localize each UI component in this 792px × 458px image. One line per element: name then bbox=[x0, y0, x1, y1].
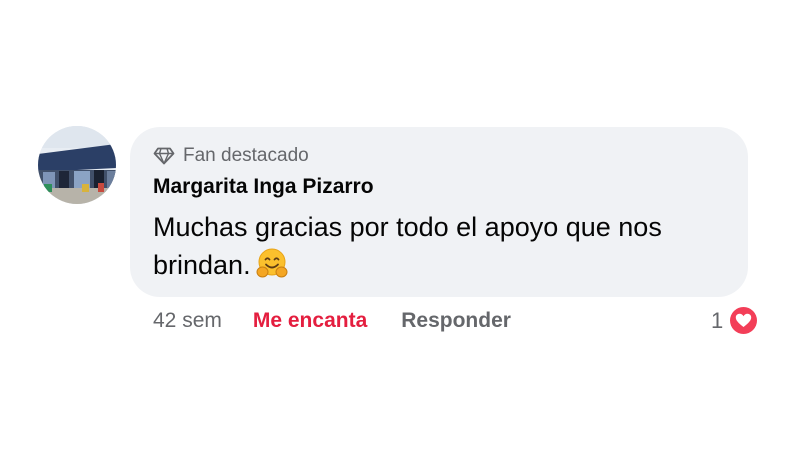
reply-button[interactable]: Responder bbox=[401, 309, 511, 333]
comment-author[interactable]: Margarita Inga Pizarro bbox=[153, 175, 374, 199]
comment-card: Fan destacado Margarita Inga Pizarro Muc… bbox=[0, 0, 792, 458]
love-reaction-icon bbox=[728, 305, 760, 336]
storefront-photo-icon bbox=[38, 126, 116, 204]
reaction-count: 1 bbox=[711, 307, 724, 333]
comment-text: Muchas gracias por todo el apoyo que nos… bbox=[153, 208, 738, 284]
comment-timestamp[interactable]: 42 sem bbox=[153, 309, 222, 333]
hugging-face-emoji bbox=[256, 248, 288, 278]
comment-actions: 42 sem Me encanta Responder bbox=[153, 309, 511, 333]
top-fan-badge[interactable]: Fan destacado bbox=[153, 145, 309, 167]
badge-label: Fan destacado bbox=[183, 145, 309, 166]
avatar[interactable] bbox=[38, 126, 116, 204]
comment-body: Muchas gracias por todo el apoyo que nos… bbox=[153, 212, 662, 280]
reaction-summary[interactable]: 1 bbox=[711, 305, 760, 336]
diamond-icon bbox=[153, 147, 175, 165]
heart-icon bbox=[736, 313, 752, 327]
love-reaction-button[interactable]: Me encanta bbox=[253, 309, 367, 333]
